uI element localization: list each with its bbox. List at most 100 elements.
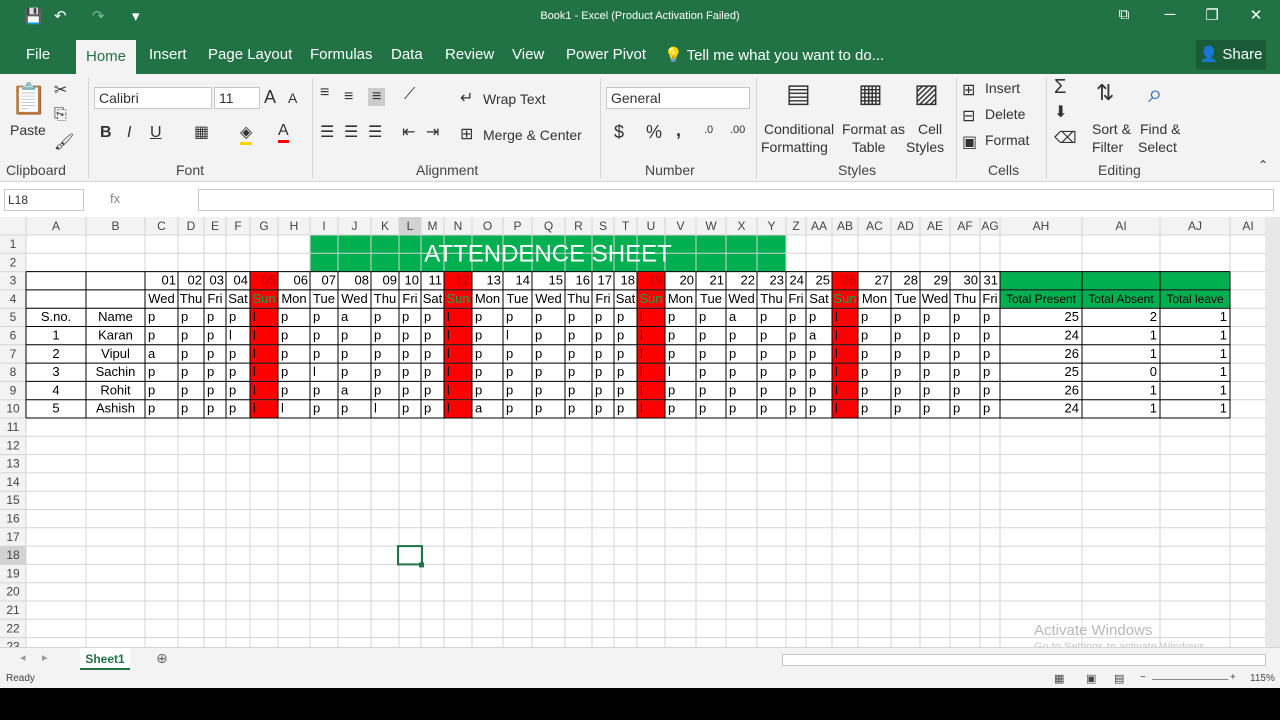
next-sheet-icon[interactable]: ▸ [42, 651, 48, 664]
close-button[interactable]: ✕ [1238, 6, 1274, 24]
clear-icon[interactable]: ⌫ [1054, 128, 1077, 148]
find-select-label-1[interactable]: Find & [1140, 121, 1180, 137]
selected-cell[interactable] [397, 545, 423, 566]
italic-button[interactable]: I [127, 124, 131, 142]
format-painter-icon[interactable]: 🖌 [54, 132, 74, 152]
align-middle-icon[interactable]: ≡ [344, 88, 353, 106]
cell-styles-icon[interactable]: ▨ [914, 78, 939, 109]
fill-color-icon[interactable]: ◈ [240, 122, 253, 145]
align-center-icon[interactable]: ☰ [344, 122, 358, 142]
attendance-mark: p [668, 328, 675, 343]
zoom-slider[interactable] [1152, 679, 1228, 680]
find-select-icon[interactable]: ⌕ [1148, 78, 1163, 110]
conditional-formatting-label-1[interactable]: Conditional [764, 121, 834, 137]
increase-indent-icon[interactable]: ⇥ [426, 122, 439, 142]
underline-button[interactable]: U [150, 124, 162, 142]
name-box[interactable]: L18 [4, 189, 84, 211]
cut-icon[interactable]: ✂ [54, 80, 67, 100]
ribbon-display-options-icon[interactable]: ⧉ [1106, 6, 1142, 23]
paste-button[interactable]: Paste [10, 122, 46, 138]
cell-styles-label-1[interactable]: Cell [918, 121, 942, 137]
day-cell: Sat [423, 291, 443, 306]
cell-styles-label-2[interactable]: Styles [906, 139, 944, 155]
align-left-icon[interactable]: ☰ [320, 122, 334, 142]
grow-font-button[interactable]: A [264, 87, 276, 108]
zoom-out-icon[interactable]: − [1140, 672, 1146, 683]
comma-button[interactable]: , [676, 120, 681, 141]
copy-icon[interactable]: ⎘ [54, 106, 67, 124]
shrink-font-button[interactable]: A [288, 90, 297, 106]
divider [312, 78, 313, 178]
tab-review[interactable]: Review [445, 46, 494, 63]
row-header: 3 [10, 274, 17, 288]
bold-button[interactable]: B [100, 124, 112, 142]
tab-insert[interactable]: Insert [149, 46, 187, 63]
normal-view-icon[interactable]: ▦ [1054, 672, 1064, 685]
find-select-label-2[interactable]: Select [1138, 139, 1177, 155]
insert-cells-icon[interactable]: ⊞ [962, 80, 975, 100]
conditional-formatting-icon[interactable]: ▤ [786, 78, 811, 109]
attendance-mark: l [229, 328, 232, 343]
font-color-icon[interactable]: A [278, 122, 289, 143]
wrap-text-icon[interactable]: ↵ [460, 88, 473, 108]
tab-view[interactable]: View [512, 46, 544, 63]
attendance-mark: p [374, 364, 381, 379]
tell-me-search[interactable]: 💡 Tell me what you want to do... [664, 46, 884, 64]
worksheet-grid[interactable]: A B C D E F G H I J K L M N O P Q R S T U V W X Y Z AA AB AC AD AE AF AG… [0, 217, 1266, 647]
vertical-scrollbar[interactable] [1266, 217, 1280, 647]
delete-cells-icon[interactable]: ⊟ [962, 106, 975, 126]
tab-data[interactable]: Data [391, 46, 423, 63]
fill-icon[interactable]: ⬇ [1054, 102, 1067, 122]
align-top-icon[interactable]: ≡ [320, 84, 329, 102]
zoom-in-icon[interactable]: + [1230, 672, 1236, 683]
conditional-formatting-label-2[interactable]: Formatting [761, 139, 828, 155]
prev-sheet-icon[interactable]: ◂ [20, 651, 26, 664]
sheet-tab-sheet1[interactable]: Sheet1 [80, 648, 130, 670]
format-as-table-label-1[interactable]: Format as [842, 121, 905, 137]
increase-decimal-button[interactable]: .0 [704, 124, 713, 136]
insert-cells-button[interactable]: Insert [985, 80, 1020, 96]
merge-center-icon[interactable]: ⊞ [460, 124, 473, 144]
sort-filter-label-2[interactable]: Filter [1092, 139, 1123, 155]
collapse-ribbon-icon[interactable]: ⌃ [1258, 158, 1268, 172]
page-break-view-icon[interactable]: ▤ [1114, 672, 1124, 685]
share-button[interactable]: 👤 Share [1196, 40, 1266, 70]
tab-file[interactable]: File [26, 46, 50, 63]
tab-home[interactable]: Home [76, 40, 136, 74]
tab-power-pivot[interactable]: Power Pivot [566, 46, 646, 63]
wrap-text-button[interactable]: Wrap Text [483, 91, 546, 107]
font-name-select[interactable]: Calibri [94, 87, 212, 109]
zoom-level[interactable]: 115% [1250, 673, 1275, 684]
delete-cells-button[interactable]: Delete [985, 106, 1025, 122]
sort-filter-label-1[interactable]: Sort & [1092, 121, 1131, 137]
merge-center-button[interactable]: Merge & Center [483, 127, 582, 143]
tab-formulas[interactable]: Formulas [310, 46, 373, 63]
align-right-icon[interactable]: ☰ [368, 122, 382, 142]
maximize-button[interactable]: ❐ [1194, 6, 1230, 24]
format-cells-button[interactable]: Format [985, 132, 1029, 148]
fill-handle[interactable] [419, 562, 424, 568]
percent-button[interactable]: % [646, 122, 662, 143]
horizontal-scrollbar[interactable] [782, 654, 1266, 666]
format-as-table-icon[interactable]: ▦ [858, 78, 883, 109]
borders-icon[interactable]: ▦ [194, 122, 209, 142]
minimize-button[interactable]: ─ [1152, 6, 1188, 23]
autosum-icon[interactable]: Σ [1054, 76, 1066, 99]
align-bottom-icon[interactable]: ≡ [368, 88, 386, 106]
orientation-icon[interactable]: ⟋ [404, 86, 415, 104]
format-cells-icon[interactable]: ▣ [962, 132, 977, 152]
decrease-decimal-button[interactable]: .00 [730, 124, 745, 136]
paste-icon[interactable]: 📋 [10, 82, 47, 117]
add-sheet-icon[interactable]: ⊕ [156, 650, 168, 667]
formula-input[interactable] [198, 189, 1274, 211]
number-format-select[interactable]: General [606, 87, 750, 109]
page-layout-view-icon[interactable]: ▣ [1086, 672, 1096, 685]
font-size-select[interactable]: 11 [214, 87, 260, 109]
currency-button[interactable]: $ [614, 122, 624, 143]
tab-page-layout[interactable]: Page Layout [208, 46, 292, 63]
sort-filter-icon[interactable]: ⇅ [1096, 80, 1114, 106]
grid-canvas[interactable]: A B C D E F G H I J K L M N O P Q R S T U V W X Y Z AA AB AC AD AE AF AG… [0, 217, 1266, 647]
decrease-indent-icon[interactable]: ⇤ [402, 122, 415, 142]
format-as-table-label-2[interactable]: Table [852, 139, 885, 155]
insert-function-button[interactable]: fx [110, 191, 120, 206]
